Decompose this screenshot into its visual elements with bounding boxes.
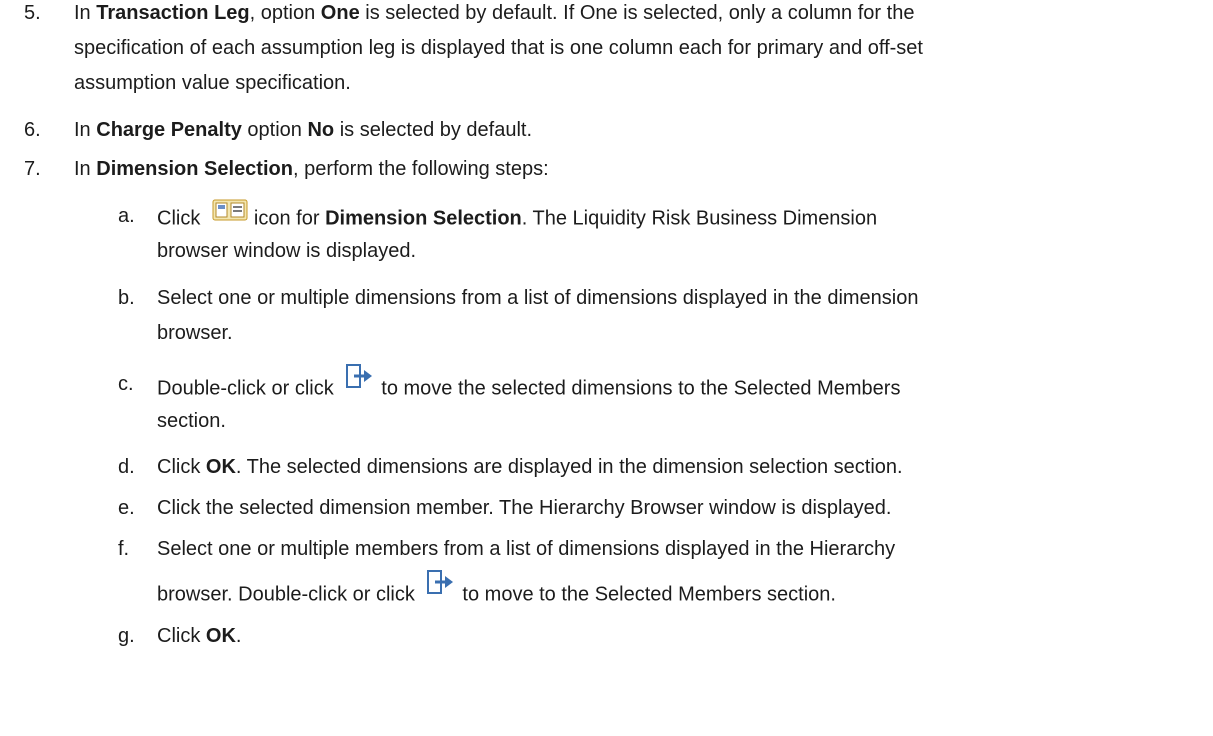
substep-text: Double-click or click to move the select… xyxy=(157,364,900,406)
substep-text: Click OK. The selected dimensions are di… xyxy=(157,456,903,478)
substep-letter: a. xyxy=(118,205,135,227)
substep-text: Click icon for Dimension Selection. The … xyxy=(157,199,877,234)
substep-text: Click OK. xyxy=(157,625,242,647)
substep-text: browser. xyxy=(157,322,233,344)
substep-text: Click the selected dimension member. The… xyxy=(157,497,892,519)
substep-text: browser. Double-click or click to move t… xyxy=(157,570,836,612)
substep-letter: d. xyxy=(118,456,135,478)
step-number: 5. xyxy=(24,2,41,24)
document-page: 5. In Transaction Leg, option One is sel… xyxy=(0,0,1213,736)
step-number: 7. xyxy=(24,158,41,180)
substep-letter: g. xyxy=(118,625,135,647)
step-text: specification of each assumption leg is … xyxy=(74,37,923,59)
substep-letter: c. xyxy=(118,373,134,395)
substep-text: Select one or multiple dimensions from a… xyxy=(157,287,919,309)
substep-letter: b. xyxy=(118,287,135,309)
dimension-browser-icon[interactable] xyxy=(212,198,248,228)
move-right-icon[interactable] xyxy=(345,362,375,396)
step-text: In Dimension Selection, perform the foll… xyxy=(74,158,549,180)
step-text: In Charge Penalty option No is selected … xyxy=(74,119,533,141)
substep-letter: f. xyxy=(118,538,130,560)
step-text: In Transaction Leg, option One is select… xyxy=(74,2,915,24)
substep-letter: e. xyxy=(118,497,135,519)
step-number: 6. xyxy=(24,119,41,141)
substep-text: section. xyxy=(157,410,226,432)
substep-text: browser window is displayed. xyxy=(157,240,417,262)
step-text: assumption value specification. xyxy=(74,72,351,94)
move-right-icon[interactable] xyxy=(426,568,456,602)
substep-text: Select one or multiple members from a li… xyxy=(157,538,896,560)
